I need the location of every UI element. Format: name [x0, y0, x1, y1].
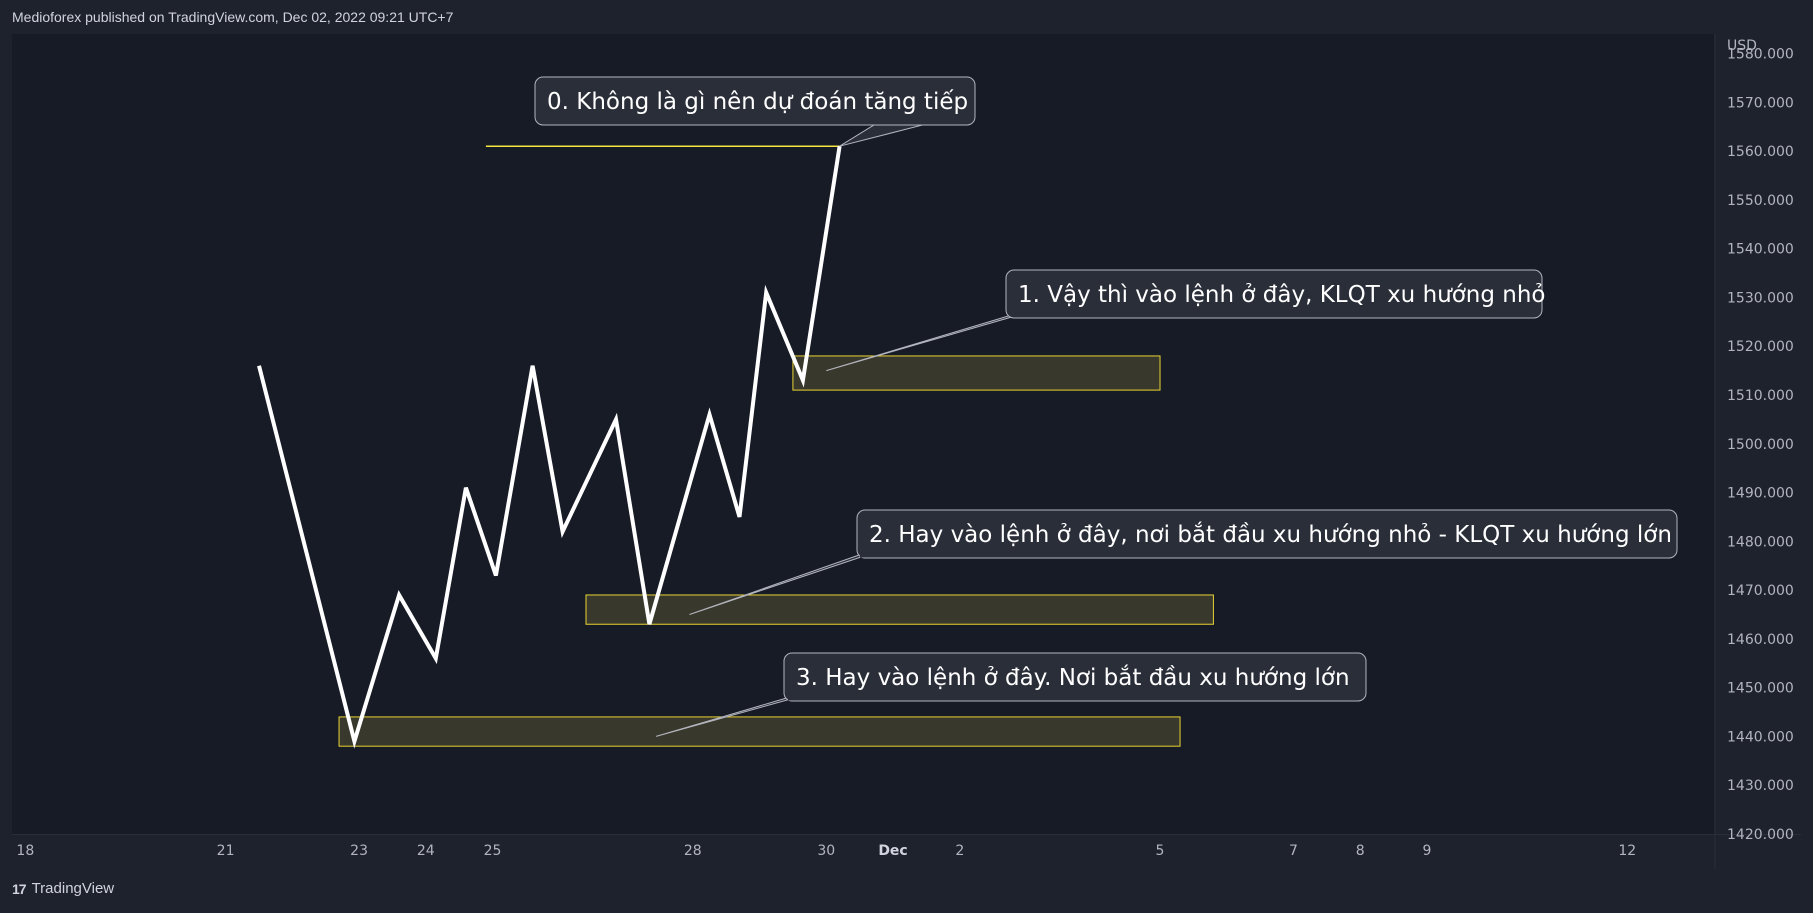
x-tick-label: 9 [1423, 843, 1432, 859]
callout-text: 0. Không là gì nên dự đoán tăng tiếp [547, 89, 968, 115]
y-tick-label: 1510.000 [1727, 388, 1794, 404]
entry-zone-2[interactable] [585, 594, 1214, 625]
tradingview-footer[interactable]: 17 TradingView [12, 880, 114, 897]
x-tick-label: 18 [16, 843, 34, 859]
y-tick-label: 1520.000 [1727, 339, 1794, 355]
callout-tail-joint [880, 122, 944, 125]
x-tick-label: 8 [1356, 843, 1365, 859]
tradingview-brand-label: TradingView [31, 880, 115, 897]
y-tick-label: 1530.000 [1727, 290, 1794, 306]
callout-tail-joint [860, 555, 872, 558]
y-tick-label: 1440.000 [1727, 729, 1794, 745]
y-tick-label: 1430.000 [1727, 778, 1794, 794]
callout-text: 3. Hay vào lệnh ở đây. Nơi bắt đầu xu hư… [796, 664, 1350, 691]
y-tick-label: 1550.000 [1727, 193, 1794, 209]
x-tick-label: 21 [217, 843, 235, 859]
plot-background [12, 34, 1714, 834]
x-tick-label: 12 [1618, 843, 1636, 859]
callout-text: 1. Vậy thì vào lệnh ở đây, KLQT xu hướng… [1018, 282, 1546, 308]
y-tick-label: 1490.000 [1727, 486, 1794, 502]
x-tick-label: Dec [878, 843, 907, 859]
y-axis-currency-label: USD [1727, 38, 1757, 54]
entry-zone-1[interactable] [792, 355, 1161, 391]
x-tick-label: 30 [817, 843, 835, 859]
callout-text: 2. Hay vào lệnh ở đây, nơi bắt đầu xu hư… [869, 521, 1672, 548]
x-tick-label: 25 [484, 843, 502, 859]
y-tick-label: 1460.000 [1727, 632, 1794, 648]
x-tick-label: 5 [1156, 843, 1165, 859]
y-tick-label: 1480.000 [1727, 534, 1794, 550]
x-tick-label: 2 [955, 843, 964, 859]
x-tick-label: 28 [684, 843, 702, 859]
chart-svg[interactable]: 1420.000 1430.000 1440.000 1450.000 1460.000… [12, 34, 1801, 869]
y-tick-label: 1500.000 [1727, 437, 1794, 453]
y-tick-label: 1450.000 [1727, 681, 1794, 697]
tradingview-logo-icon: 17 [12, 880, 27, 897]
y-tick-label: 1570.000 [1727, 95, 1794, 111]
callout-tail-joint [788, 698, 800, 701]
x-tick-label: 7 [1289, 843, 1298, 859]
y-tick-label: 1420.000 [1727, 827, 1794, 843]
y-tick-label: 1470.000 [1727, 583, 1794, 599]
callout-tail-joint [1013, 315, 1024, 318]
entry-zone-3[interactable] [338, 716, 1181, 747]
y-tick-label: 1560.000 [1727, 144, 1794, 160]
y-tick-label: 1540.000 [1727, 242, 1794, 258]
chart-header: Medioforex published on TradingView.com,… [12, 9, 454, 25]
chart-area[interactable]: 1420.000 1430.000 1440.000 1450.000 1460.000… [12, 34, 1801, 869]
x-tick-label: 23 [350, 843, 368, 859]
x-tick-label: 24 [417, 843, 435, 859]
